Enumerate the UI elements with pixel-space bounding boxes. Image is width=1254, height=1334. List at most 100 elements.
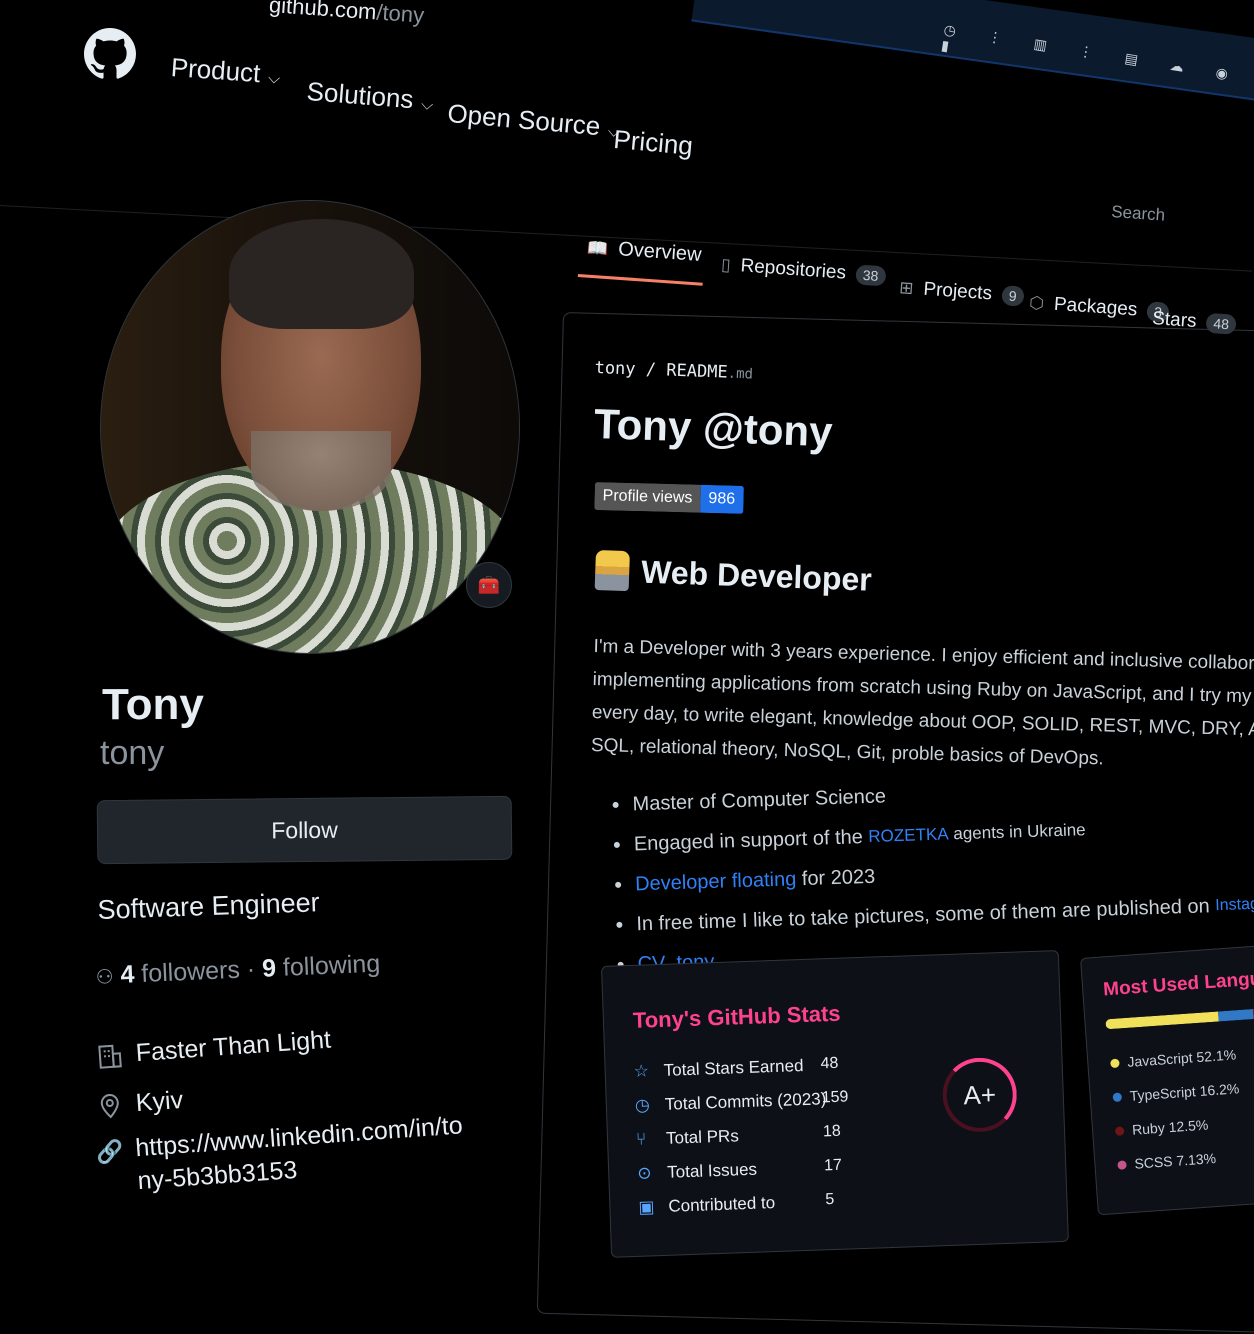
readme-owner[interactable]: tony [594,358,636,379]
languages-card-title: Most Used Languages [1102,965,1254,1001]
language-row: TypeScript 16.2% [1112,1080,1240,1105]
profile-views-count: 986 [700,484,744,514]
language-label: TypeScript 16.2% [1129,1080,1240,1104]
list-item-text: for 2023 [795,865,876,890]
chevron-down-icon: ⌵ [420,95,434,114]
most-used-languages-card[interactable]: Most Used Languages JavaScript 52.1% Typ… [1080,942,1254,1216]
company-text: Faster Than Light [134,1025,332,1068]
readme-file[interactable]: README [666,361,728,383]
avatar-beard [251,431,391,511]
project-icon: ⊞ [898,277,915,299]
profile-location: Kyiv [95,1086,184,1121]
nav-product[interactable]: Product ⌵ [170,52,282,91]
language-row: JavaScript 52.1% [1110,1046,1237,1071]
tab-packages-label: Packages [1053,293,1139,321]
profile-company: Faster Than Light [95,1026,332,1071]
followers-row: ⚇ 4 followers · 9 following [95,950,381,991]
github-logo-icon[interactable] [84,28,136,80]
contributed-icon: ▣ [638,1197,655,1218]
nav-product-label: Product [169,52,262,89]
address-bar[interactable]: github.com/tony [268,0,425,29]
stat-label: Total Stars Earned [663,1056,804,1080]
language-label: SCSS 7.13% [1133,1150,1217,1172]
url-host: github.com [268,0,378,25]
nav-open-source-label: Open Source [446,98,602,142]
separator-dot: · [246,955,256,984]
nav-open-source[interactable]: Open Source ⌵ [446,98,621,144]
location-text: Kyiv [134,1085,184,1118]
profile-display-name: Tony [102,680,204,729]
location-icon [95,1091,125,1121]
repo-icon: ▯ [720,254,732,276]
book-icon: 📖 [586,237,610,259]
list-item-text: Engaged in support of the [633,825,869,855]
chevron-down-icon: ⌵ [267,69,281,88]
issue-icon: ⊙ [636,1163,652,1184]
tab-repositories-count: 38 [855,264,887,287]
list-item-text: Master of Computer Science [632,784,887,815]
instagram-link[interactable]: Instagram [1215,895,1254,915]
followers-link[interactable]: followers [141,956,241,988]
star-icon: ☆ [633,1061,650,1082]
profile-login: tony [100,734,165,772]
website-link[interactable]: https://www.linkedin.com/in/tony-5b3bb31… [134,1108,478,1197]
profile-website[interactable]: 🔗 https://www.linkedin.com/in/tony-5b3bb… [95,1108,479,1199]
follow-button[interactable]: Follow [96,795,513,865]
nav-pricing[interactable]: Pricing [612,124,694,162]
language-bar-segment [1217,1009,1254,1022]
stat-value: 48 [820,1054,839,1073]
profile-bio: Software Engineer [97,887,321,925]
tab-projects[interactable]: ⊞ Projects 9 [898,277,1025,308]
nav-pricing-label: Pricing [612,124,695,161]
stat-value: 5 [825,1191,835,1209]
profile-views-label: Profile views [594,482,701,513]
readme-paragraph: I'm a Developer with 3 years experience.… [590,635,1254,770]
language-color-dot [1114,1125,1125,1136]
people-icon: ⚇ [95,964,115,989]
readme-heading-text: Web Developer [640,553,873,598]
language-bar-segment [1105,1011,1219,1030]
language-label: JavaScript 52.1% [1126,1046,1237,1070]
stat-label: Total Issues [666,1159,758,1182]
pull-request-icon: ⑂ [635,1129,647,1150]
stat-value: 17 [823,1156,843,1175]
language-color-dot [1117,1159,1127,1170]
tab-repositories[interactable]: ▯ Repositories 38 [720,254,887,287]
list-item-text: agents in Ukraine [948,820,1086,844]
stat-value: 159 [821,1088,849,1107]
nav-solutions-label: Solutions [305,76,415,115]
grade-ring: A+ [941,1056,1018,1134]
stat-row: ☆ Total Stars Earned [633,1056,803,1082]
stat-row: ▣ Contributed to [638,1193,775,1218]
tab-selected-indicator [577,274,703,286]
grade-text: A+ [962,1078,997,1110]
stat-value: 18 [822,1122,842,1141]
url-path: /tony [375,0,425,28]
stat-row: ⊙ Total Issues [637,1160,757,1184]
tab-projects-label: Projects [922,278,993,305]
readme-title: Tony @tony [593,400,834,456]
language-color-dot [1110,1058,1120,1068]
path-separator: / [645,359,657,381]
organization-icon [95,1041,125,1071]
nav-solutions[interactable]: Solutions ⌵ [306,76,435,117]
tab-packages[interactable]: ⬡ Packages 3 [1028,292,1170,324]
status-emoji-icon[interactable]: 🧰 [466,562,512,608]
languages-progress-bar [1105,1006,1254,1030]
rozetka-link[interactable]: ROZETKA [868,824,949,847]
stat-label: Contributed to [668,1193,776,1216]
search-input[interactable]: Search [1111,202,1166,226]
language-row: SCSS 7.13% [1117,1150,1217,1173]
github-stats-card[interactable]: Tony's GitHub Stats ☆ Total Stars Earned … [601,950,1069,1258]
stat-label: Total Commits (2023) [664,1089,827,1114]
followers-count[interactable]: 4 [120,960,135,989]
stats-card-title: Tony's GitHub Stats [632,1000,841,1033]
following-count[interactable]: 9 [261,954,276,983]
tab-projects-count: 9 [1001,285,1025,307]
following-link[interactable]: following [282,950,380,982]
developer-emoji-icon [594,550,630,592]
language-label: Ruby 12.5% [1131,1116,1209,1138]
tab-overview-label: Overview [617,238,703,266]
avatar[interactable] [100,200,520,654]
developer-floating-link[interactable]: Developer floating [635,868,797,896]
